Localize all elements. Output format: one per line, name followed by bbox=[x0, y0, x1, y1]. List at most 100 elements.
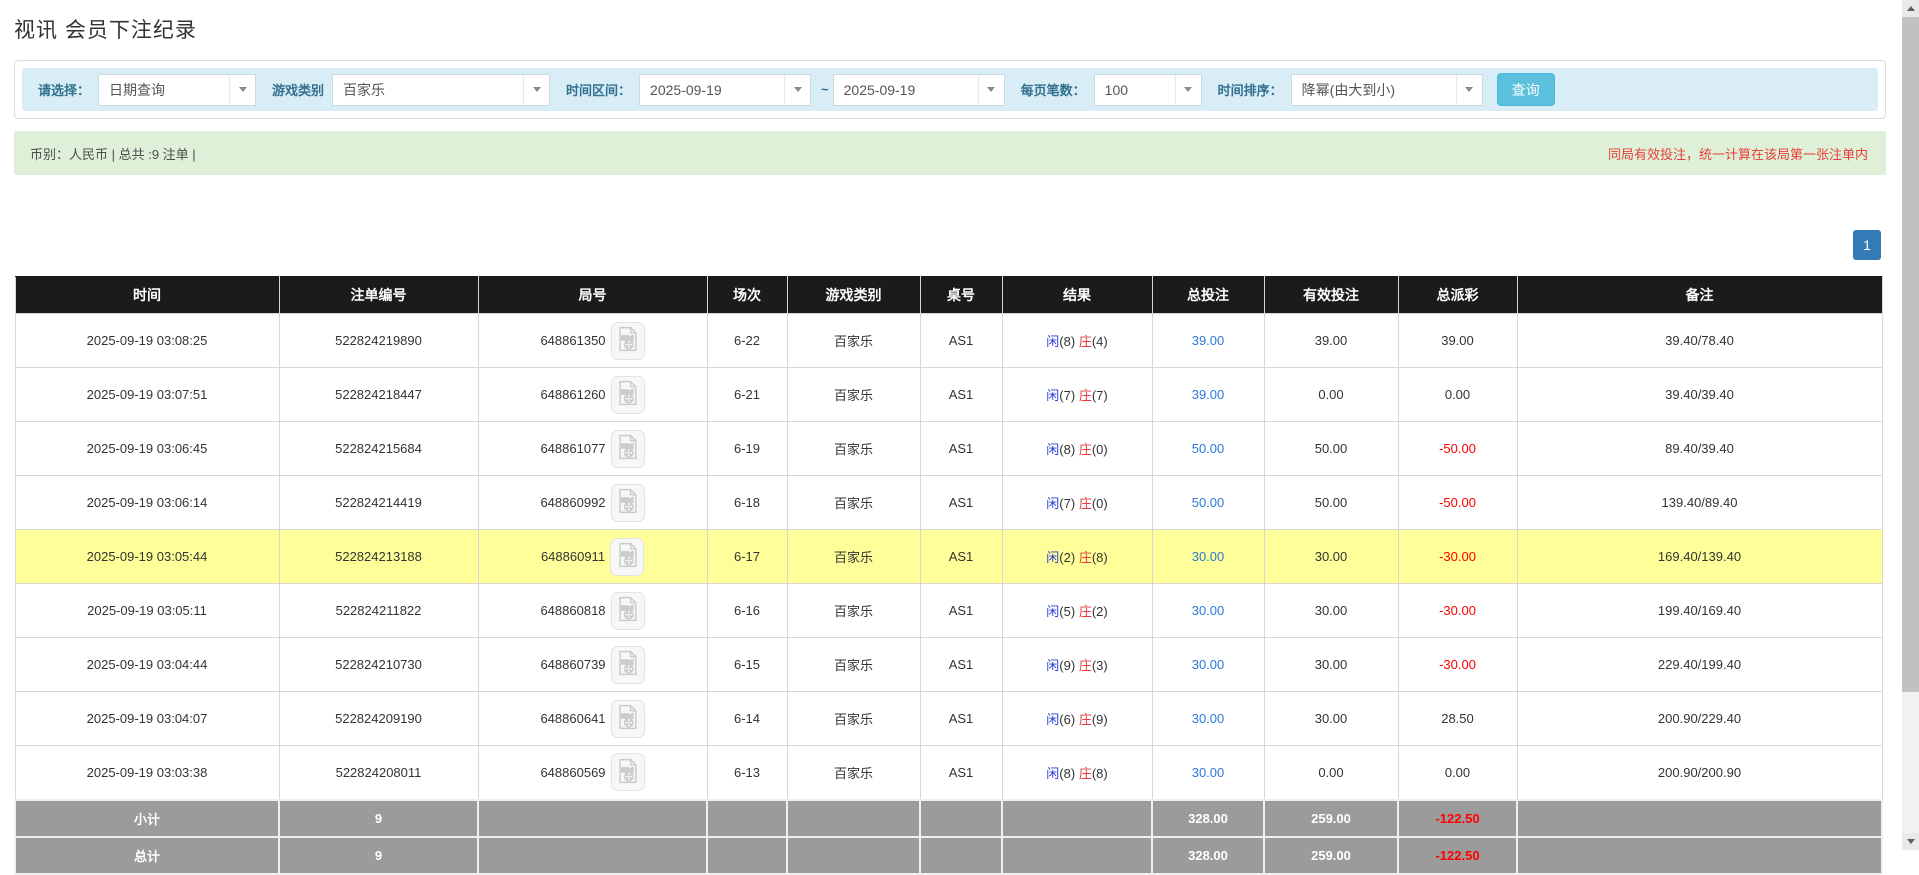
total-bet-cell: 30.00 bbox=[1151, 745, 1265, 800]
chevron-down-icon[interactable] bbox=[229, 74, 256, 105]
round-cell-inner: 648860739 bbox=[483, 645, 703, 684]
video-replay-icon bbox=[617, 596, 638, 625]
total-bet-link[interactable]: 30.00 bbox=[1192, 711, 1225, 726]
valid-bet-cell: 30.00 bbox=[1263, 529, 1399, 584]
summary-bar: 币别：人民币 | 总共 :9 注单 | 同局有效投注，统一计算在该局第一张注单内 bbox=[14, 131, 1886, 175]
remark-cell: 169.40/139.40 bbox=[1516, 529, 1883, 584]
session-cell: 6-17 bbox=[706, 529, 788, 584]
chevron-down-icon[interactable] bbox=[523, 74, 550, 105]
game-type-select[interactable]: 百家乐 bbox=[332, 73, 551, 106]
filter-panel: 请选择： 日期查询 游戏类别 百家乐 时间区间： 2025-09-19 ~ 20… bbox=[14, 60, 1886, 119]
subtotal-empty-cell bbox=[786, 798, 921, 838]
down-arrow-icon[interactable] bbox=[1902, 833, 1919, 850]
valid-bet-cell: 0.00 bbox=[1263, 367, 1399, 422]
chevron-down-icon[interactable] bbox=[784, 74, 811, 105]
video-replay-button[interactable] bbox=[610, 375, 645, 414]
result-cell: 闲(2) 庄(8) bbox=[1001, 529, 1153, 584]
bet-time-cell: 2025-09-19 03:06:14 bbox=[14, 475, 280, 530]
result-cell: 闲(8) 庄(8) bbox=[1001, 745, 1153, 800]
page-size-value: 100 bbox=[1104, 81, 1129, 98]
video-replay-button[interactable] bbox=[610, 537, 645, 576]
time-range-label: 时间区间： bbox=[566, 83, 632, 98]
valid-bet-cell: 50.00 bbox=[1263, 475, 1399, 530]
chevron-down-icon[interactable] bbox=[1174, 74, 1201, 105]
total-bet-link[interactable]: 39.00 bbox=[1192, 333, 1225, 348]
banker-result: 庄 bbox=[1078, 712, 1092, 727]
page-size-select[interactable]: 100 bbox=[1093, 73, 1202, 106]
banker-result: 庄 bbox=[1078, 765, 1092, 781]
date-from-picker[interactable]: 2025-09-19 bbox=[639, 73, 812, 106]
game-type-cell: 百家乐 bbox=[786, 421, 921, 476]
round-id-value: 648861077 bbox=[540, 441, 606, 456]
result-cell: 闲(8) 庄(0) bbox=[1001, 421, 1153, 476]
pagination: 1 bbox=[14, 230, 1881, 260]
total-bet-link[interactable]: 30.00 bbox=[1192, 657, 1225, 672]
video-replay-button[interactable] bbox=[610, 483, 645, 522]
grandtotal-row: 总计 9 328.00 259.00 -122.50 bbox=[14, 835, 1883, 875]
table-no-cell: AS1 bbox=[919, 745, 1003, 800]
video-replay-button[interactable] bbox=[610, 699, 645, 738]
video-replay-button[interactable] bbox=[610, 753, 645, 792]
video-replay-icon bbox=[617, 758, 638, 787]
round-id-value: 648861350 bbox=[540, 333, 606, 348]
bet-time-cell: 2025-09-19 03:06:45 bbox=[14, 421, 280, 476]
vertical-scrollbar[interactable] bbox=[1902, 0, 1919, 850]
table-no-cell: AS1 bbox=[919, 421, 1003, 476]
session-cell: 6-14 bbox=[706, 691, 788, 746]
payout-cell: 28.50 bbox=[1397, 691, 1518, 746]
total-bet-link[interactable]: 30.00 bbox=[1192, 603, 1225, 618]
result-cell: 闲(5) 庄(2) bbox=[1001, 583, 1153, 638]
column-header: 总投注 bbox=[1151, 276, 1265, 314]
total-bet-link[interactable]: 30.00 bbox=[1192, 765, 1225, 780]
bet-id-cell: 522824218447 bbox=[278, 367, 479, 422]
search-button[interactable]: 查询 bbox=[1496, 73, 1555, 106]
table-no-cell: AS1 bbox=[919, 691, 1003, 746]
video-replay-button[interactable] bbox=[610, 645, 645, 684]
bet-id-cell: 522824210730 bbox=[278, 637, 479, 692]
grandtotal-empty-cell bbox=[477, 835, 708, 875]
grandtotal-payout: -122.50 bbox=[1397, 835, 1518, 875]
game-type-label: 游戏类别 bbox=[272, 83, 325, 98]
grandtotal-empty-cell bbox=[706, 835, 788, 875]
video-replay-button[interactable] bbox=[610, 429, 645, 468]
remark-cell: 199.40/169.40 bbox=[1516, 583, 1883, 638]
query-mode-select[interactable]: 日期查询 bbox=[98, 73, 257, 106]
total-bet-cell: 50.00 bbox=[1151, 475, 1265, 530]
video-replay-button[interactable] bbox=[610, 321, 645, 360]
up-arrow-icon[interactable] bbox=[1902, 0, 1919, 17]
round-id-cell: 648860569 bbox=[477, 745, 708, 800]
chevron-down-icon[interactable] bbox=[1455, 74, 1482, 105]
subtotal-count: 9 bbox=[278, 798, 479, 838]
total-bet-link[interactable]: 50.00 bbox=[1192, 441, 1225, 456]
video-replay-button[interactable] bbox=[610, 591, 645, 630]
subtotal-row: 小计 9 328.00 259.00 -122.50 bbox=[14, 798, 1883, 838]
round-id-value: 648860739 bbox=[540, 657, 606, 672]
date-from-value: 2025-09-19 bbox=[650, 81, 722, 98]
grandtotal-valid-bet: 259.00 bbox=[1263, 835, 1399, 875]
game-type-cell: 百家乐 bbox=[786, 745, 921, 800]
banker-result: 庄 bbox=[1078, 550, 1092, 565]
player-score: (6) bbox=[1059, 712, 1076, 727]
chevron-down-icon[interactable] bbox=[977, 74, 1004, 105]
payout-cell: 39.00 bbox=[1397, 313, 1518, 368]
column-header: 总派彩 bbox=[1397, 276, 1518, 314]
round-id-value: 648860569 bbox=[540, 764, 606, 780]
time-sort-select[interactable]: 降幂(由大到小) bbox=[1290, 73, 1483, 106]
round-id-cell: 648860911 bbox=[477, 529, 708, 584]
banker-result: 庄 bbox=[1078, 442, 1092, 457]
game-type-cell: 百家乐 bbox=[786, 529, 921, 584]
query-mode-label: 请选择： bbox=[38, 83, 91, 98]
page-button-1[interactable]: 1 bbox=[1853, 230, 1881, 260]
total-bet-link[interactable]: 50.00 bbox=[1192, 495, 1225, 510]
player-score: (8) bbox=[1059, 334, 1076, 349]
subtotal-empty-cell bbox=[1001, 798, 1153, 838]
remark-cell: 89.40/39.40 bbox=[1516, 421, 1883, 476]
total-bet-link[interactable]: 39.00 bbox=[1192, 387, 1225, 402]
total-bet-link[interactable]: 30.00 bbox=[1192, 549, 1225, 564]
date-to-picker[interactable]: 2025-09-19 bbox=[832, 73, 1005, 106]
table-no-cell: AS1 bbox=[919, 313, 1003, 368]
banker-score: (9) bbox=[1091, 712, 1108, 727]
subtotal-empty-cell bbox=[919, 798, 1003, 838]
scrollbar-thumb[interactable] bbox=[1902, 17, 1919, 692]
table-no-cell: AS1 bbox=[919, 637, 1003, 692]
